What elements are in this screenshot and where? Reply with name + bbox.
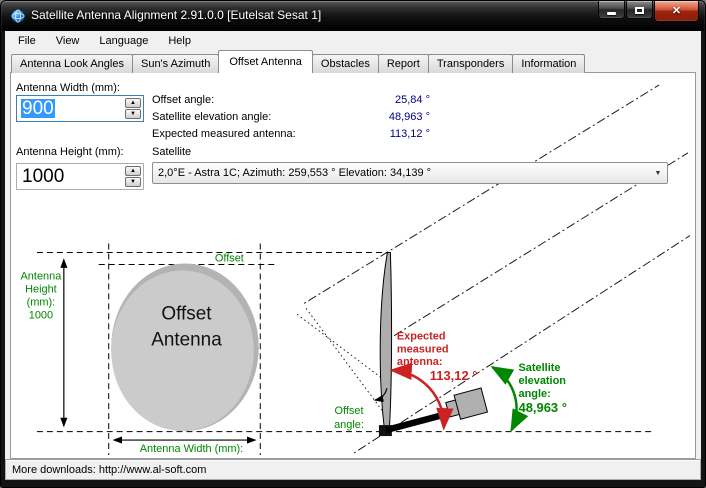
offset-angle-readout-label: Offset angle: xyxy=(152,94,214,106)
maximize-icon xyxy=(635,7,644,14)
antenna-height-input[interactable]: 1000 ▲ ▼ xyxy=(16,163,144,190)
tab-report[interactable]: Report xyxy=(378,54,429,73)
offset-antenna-front-view: Offset Antenna xyxy=(111,264,259,432)
menu-view[interactable]: View xyxy=(46,32,90,50)
expected-line2: measured xyxy=(397,343,449,355)
antenna-width-spin-up[interactable]: ▲ xyxy=(125,98,141,108)
antenna-height-spinner: ▲ ▼ xyxy=(125,166,141,187)
height-dim-line3: (mm): xyxy=(27,296,56,308)
antenna-width-value: 900 xyxy=(21,99,55,118)
satellite-selected-option: 2,0°E - Astra 1C; Azimuth: 259,553 ° Ele… xyxy=(153,167,649,179)
minimize-icon xyxy=(607,12,616,15)
offset-angle-readout-value: 25,84 ° xyxy=(310,94,430,106)
minimize-button[interactable] xyxy=(598,1,625,19)
antenna-height-value: 1000 xyxy=(21,167,65,186)
tab-offset-antenna[interactable]: Offset Antenna xyxy=(218,50,313,73)
expected-line1: Expected xyxy=(397,330,446,342)
antenna-width-label: Antenna Width (mm): xyxy=(16,82,120,94)
antenna-height-spin-down[interactable]: ▼ xyxy=(125,177,141,187)
menu-language[interactable]: Language xyxy=(89,32,158,50)
antenna-width-input[interactable]: 900 ▲ ▼ xyxy=(16,95,144,122)
offset-angle-line2: angle: xyxy=(334,419,364,431)
height-dim-line2: Height xyxy=(25,283,57,295)
expected-readout-value: 113,12 ° xyxy=(310,128,430,140)
status-bar: More downloads: http://www.al-soft.com xyxy=(5,459,701,480)
elevation-readout-value: 48,963 ° xyxy=(310,111,430,123)
menubar: File View Language Help xyxy=(5,31,701,51)
tab-obstacles[interactable]: Obstacles xyxy=(312,54,379,73)
tab-antenna-look-angles[interactable]: Antenna Look Angles xyxy=(11,54,133,73)
tab-transponders[interactable]: Transponders xyxy=(428,54,513,73)
elevation-value: 48,963 ° xyxy=(519,400,567,415)
status-text: More downloads: http://www.al-soft.com xyxy=(12,464,206,476)
width-dim-label: Antenna Width (mm): xyxy=(140,443,243,455)
offset-gap-label: Offset xyxy=(215,253,244,265)
tab-suns-azimuth[interactable]: Sun's Azimuth xyxy=(132,54,219,73)
chevron-down-icon: ▼ xyxy=(655,170,662,177)
elevation-line2: elevation xyxy=(519,375,567,387)
offset-antenna-page: Offset Antenna Antenna Height (mm): 1000… xyxy=(10,72,696,459)
satellite-label: Satellite xyxy=(152,146,191,158)
height-dim-line4: 1000 xyxy=(29,309,53,321)
app-icon xyxy=(10,8,26,24)
offset-angle-label: Offset angle: xyxy=(334,405,364,431)
titlebar[interactable]: Satellite Antenna Alignment 2.91.0.0 [Eu… xyxy=(1,1,705,31)
elevation-line1: Satellite xyxy=(519,362,561,374)
spin-down-icon: ▼ xyxy=(130,111,136,117)
antenna-height-spin-up[interactable]: ▲ xyxy=(125,166,141,176)
height-dim-line1: Antenna xyxy=(21,270,63,282)
satellite-direction-rays xyxy=(304,85,690,453)
window-controls: ✕ xyxy=(597,1,699,22)
antenna-width-spin-down[interactable]: ▼ xyxy=(125,109,141,119)
close-icon: ✕ xyxy=(672,2,681,21)
offset-angle-line1: Offset xyxy=(334,405,363,417)
lnb-head xyxy=(444,388,487,422)
menu-help[interactable]: Help xyxy=(158,32,201,50)
spin-down-icon: ▼ xyxy=(130,179,136,185)
dish-axis-lines xyxy=(297,308,386,414)
menu-file[interactable]: File xyxy=(8,32,46,50)
expected-value: 113,12 ° xyxy=(430,368,478,383)
antenna-height-label: Antenna Height (mm): xyxy=(16,146,124,158)
maximize-button[interactable] xyxy=(626,1,653,19)
satellite-dropdown-button[interactable]: ▼ xyxy=(649,163,667,183)
elevation-angle-label: Satellite elevation angle: 48,963 ° xyxy=(519,362,567,415)
expected-readout-label: Expected measured antenna: xyxy=(152,128,296,140)
tab-information[interactable]: Information xyxy=(512,54,585,73)
close-button[interactable]: ✕ xyxy=(654,1,699,22)
spin-up-icon: ▲ xyxy=(130,168,136,174)
dish-front-label-line2: Antenna xyxy=(151,329,222,350)
expected-line3: antenna: xyxy=(397,356,443,368)
window-title: Satellite Antenna Alignment 2.91.0.0 [Eu… xyxy=(31,1,321,30)
spin-up-icon: ▲ xyxy=(130,100,136,106)
app-window: Satellite Antenna Alignment 2.91.0.0 [Eu… xyxy=(0,0,706,488)
elevation-angle-arc xyxy=(493,367,517,430)
antenna-width-spinner: ▲ ▼ xyxy=(125,98,141,119)
dish-front-label-line1: Offset xyxy=(161,303,212,324)
tab-strip: Antenna Look Angles Sun's Azimuth Offset… xyxy=(5,51,701,73)
client-area: File View Language Help Antenna Look Ang… xyxy=(5,31,701,480)
elevation-readout-label: Satellite elevation angle: xyxy=(152,111,271,123)
elevation-line3: angle: xyxy=(519,388,551,400)
expected-measured-label: Expected measured antenna: 113,12 ° xyxy=(397,330,478,383)
satellite-select[interactable]: 2,0°E - Astra 1C; Azimuth: 259,553 ° Ele… xyxy=(152,162,668,184)
